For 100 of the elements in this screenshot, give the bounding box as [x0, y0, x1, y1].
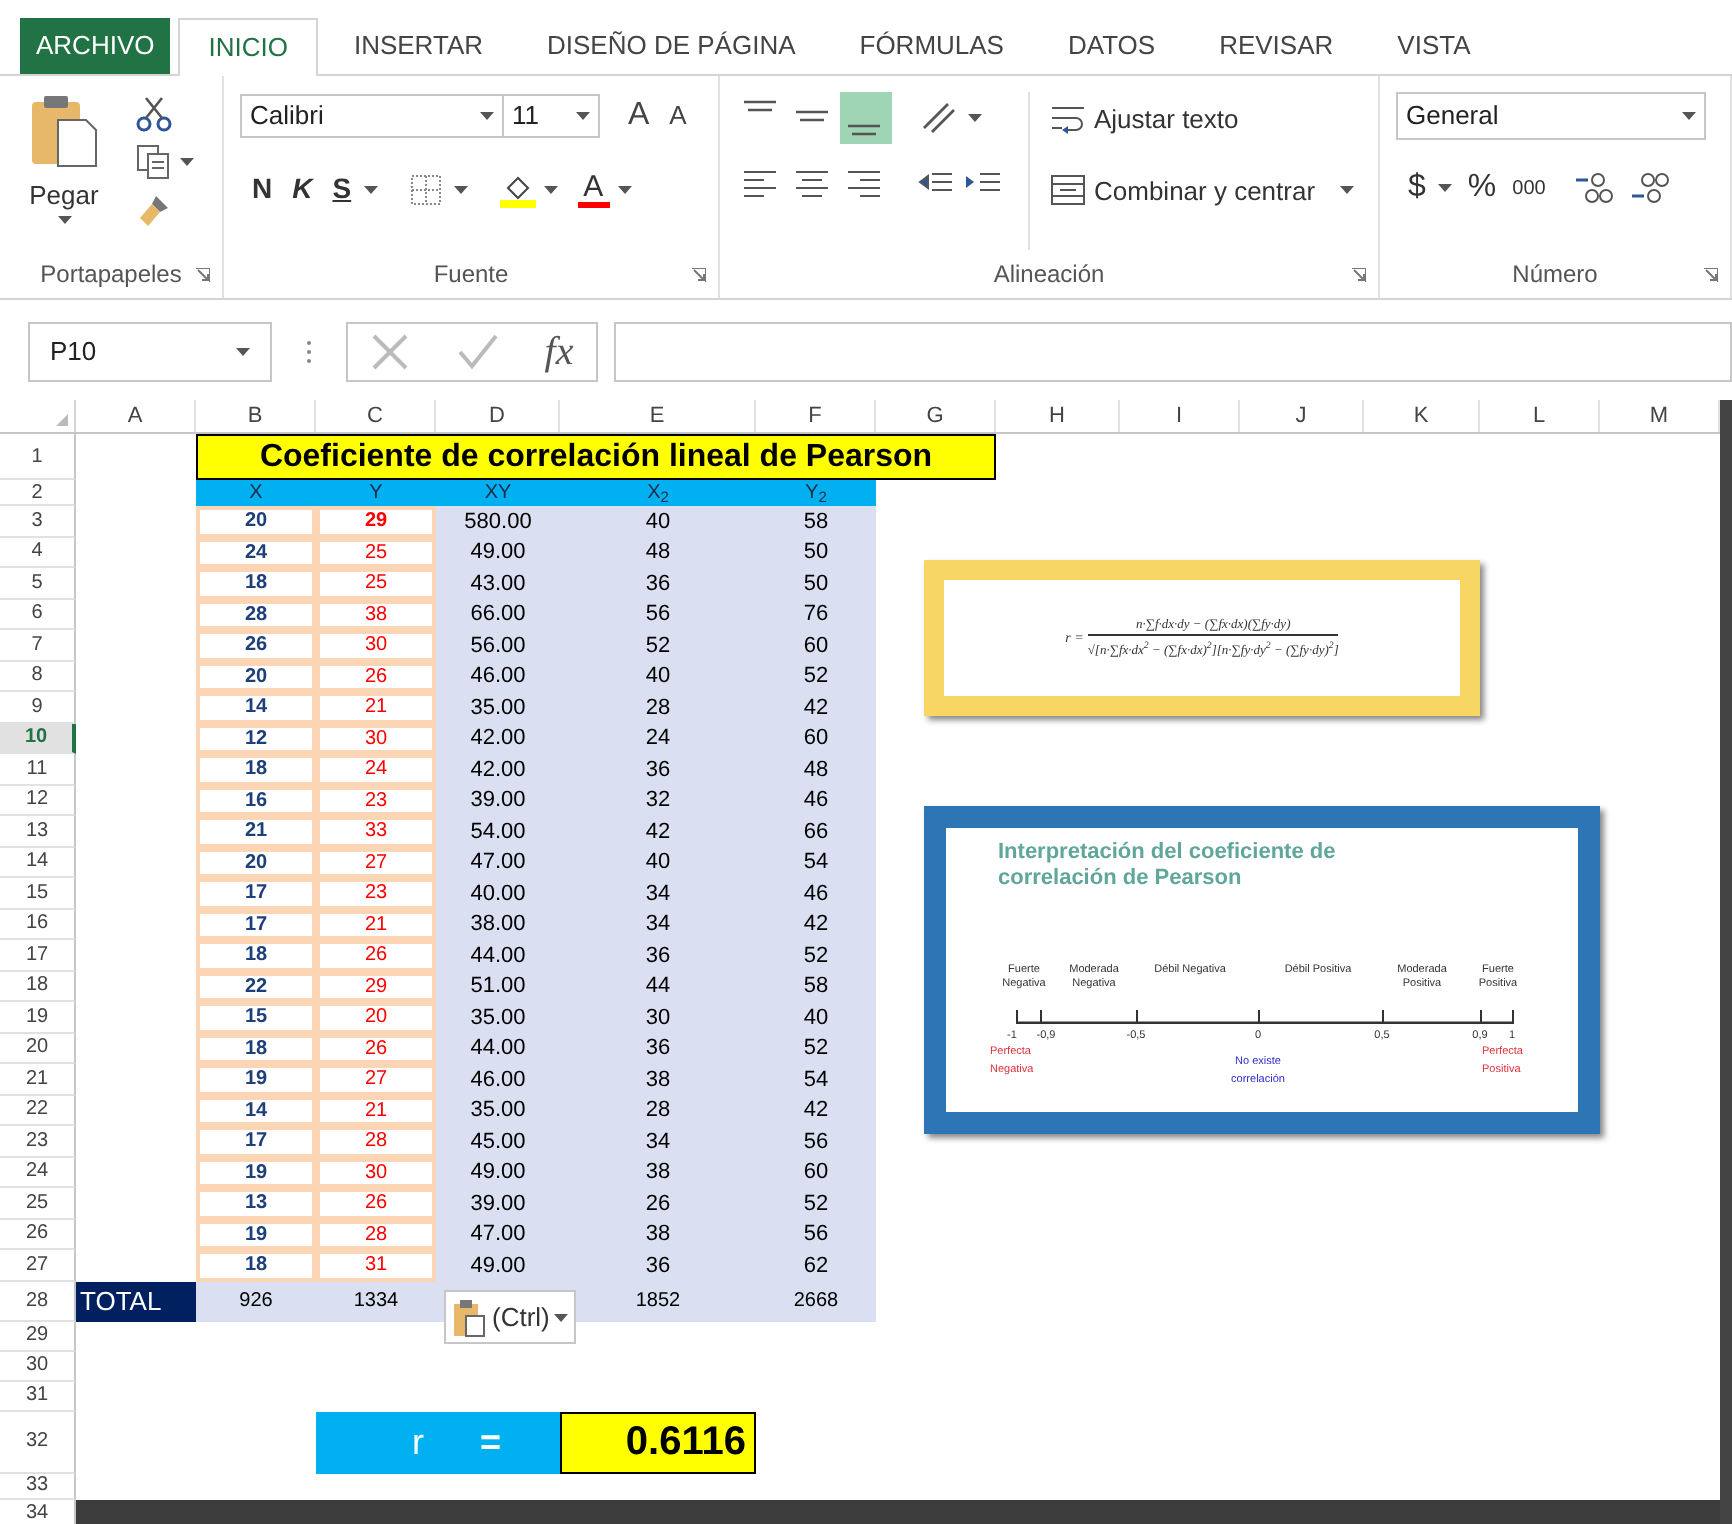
borders-icon[interactable]	[409, 173, 442, 205]
row-header[interactable]: 24	[0, 1157, 76, 1188]
copy-icon[interactable]	[136, 144, 172, 180]
ribbon-tab[interactable]: DATOS	[1039, 18, 1184, 74]
row-header[interactable]: 5	[0, 568, 76, 599]
column-header[interactable]: J	[1240, 400, 1364, 432]
row-header[interactable]: 2	[0, 480, 76, 506]
ribbon-tab[interactable]: VISTA	[1369, 18, 1499, 74]
row-header[interactable]: 6	[0, 599, 76, 630]
row-header[interactable]: 16	[0, 909, 76, 940]
column-header[interactable]: I	[1120, 400, 1240, 432]
row-header[interactable]: 13	[0, 816, 76, 847]
increase-decimal-icon[interactable]	[1573, 170, 1614, 206]
row-header[interactable]: 3	[0, 506, 76, 537]
decrease-decimal-icon[interactable]	[1629, 170, 1670, 206]
column-header[interactable]: A	[76, 400, 196, 432]
row-header[interactable]: 32	[0, 1411, 76, 1473]
dialog-launcher-icon[interactable]	[196, 268, 210, 282]
column-header[interactable]: H	[996, 400, 1120, 432]
caret-icon[interactable]	[180, 158, 194, 166]
orientation-icon[interactable]	[920, 100, 960, 136]
file-tab[interactable]: ARCHIVO	[20, 18, 171, 74]
row-header[interactable]: 10	[0, 723, 76, 754]
insert-function-button[interactable]: fx	[544, 322, 574, 382]
caret-icon[interactable]	[453, 185, 468, 193]
row-header[interactable]: 19	[0, 1002, 76, 1033]
font-size-dropdown[interactable]: 11	[504, 94, 600, 138]
total-label: TOTAL	[76, 1281, 196, 1321]
wrap-text-button[interactable]: Ajustar texto	[1050, 100, 1354, 139]
row-header[interactable]: 7	[0, 630, 76, 661]
ribbon-tab[interactable]: FÓRMULAS	[831, 18, 1032, 74]
caret-icon[interactable]	[553, 1313, 568, 1321]
row-header[interactable]: 14	[0, 847, 76, 878]
row-header[interactable]: 15	[0, 878, 76, 909]
row-header[interactable]: 22	[0, 1095, 76, 1126]
row-header[interactable]: 4	[0, 537, 76, 568]
fill-color-icon[interactable]	[499, 171, 536, 207]
row-header[interactable]: 20	[0, 1033, 76, 1064]
font-color-button[interactable]: A	[577, 171, 610, 207]
column-header[interactable]: E	[560, 400, 756, 432]
bold-button[interactable]: N	[252, 168, 273, 210]
row-header[interactable]: 25	[0, 1188, 76, 1219]
caret-icon[interactable]	[968, 114, 982, 122]
ribbon-tab[interactable]: INSERTAR	[325, 18, 511, 74]
paste-options-button[interactable]: (Ctrl)	[444, 1290, 576, 1344]
scissors-icon[interactable]	[136, 96, 172, 132]
number-format-dropdown[interactable]: General	[1396, 92, 1706, 140]
caret-icon[interactable]	[543, 185, 558, 193]
ribbon-tab[interactable]: DISEÑO DE PÁGINA	[519, 18, 824, 74]
column-header[interactable]: B	[196, 400, 316, 432]
grow-font-button[interactable]: A	[628, 92, 650, 140]
font-name-dropdown[interactable]: Calibri	[240, 94, 504, 138]
shrink-font-button[interactable]: A	[669, 96, 687, 136]
column-header[interactable]: G	[876, 400, 996, 432]
caret-icon[interactable]	[57, 215, 71, 223]
row-header[interactable]: 23	[0, 1126, 76, 1157]
italic-button[interactable]: K	[292, 168, 313, 210]
row-header[interactable]: 26	[0, 1219, 76, 1250]
column-header[interactable]: C	[316, 400, 436, 432]
row-header[interactable]: 11	[0, 754, 76, 785]
currency-button[interactable]: $	[1408, 164, 1426, 212]
row-header[interactable]: 31	[0, 1381, 76, 1411]
row-header[interactable]: 12	[0, 785, 76, 816]
align-bottom-icon[interactable]	[840, 92, 892, 144]
row-header[interactable]: 8	[0, 661, 76, 692]
column-header[interactable]: F	[756, 400, 876, 432]
caret-icon[interactable]	[480, 112, 494, 120]
name-box[interactable]: P10	[28, 322, 272, 382]
dialog-launcher-icon[interactable]	[692, 268, 706, 282]
thousands-button[interactable]: 000	[1512, 173, 1546, 203]
caret-icon[interactable]	[1437, 184, 1452, 192]
ribbon-tab[interactable]: INICIO	[178, 18, 318, 76]
caret-icon[interactable]	[236, 348, 250, 356]
row-header[interactable]: 21	[0, 1064, 76, 1095]
caret-icon[interactable]	[363, 185, 378, 193]
row-header[interactable]: 33	[0, 1473, 76, 1499]
merge-center-button[interactable]: Combinar y centrar	[1050, 171, 1354, 210]
row-header[interactable]: 18	[0, 971, 76, 1002]
column-header[interactable]: D	[436, 400, 560, 432]
percent-button[interactable]: %	[1467, 164, 1497, 212]
caret-icon[interactable]	[1682, 112, 1696, 120]
dialog-launcher-icon[interactable]	[1352, 268, 1366, 282]
brush-icon[interactable]	[136, 192, 172, 228]
column-header[interactable]: K	[1364, 400, 1480, 432]
ribbon-tab[interactable]: REVISAR	[1191, 18, 1362, 74]
caret-icon[interactable]	[576, 112, 590, 120]
paste-button[interactable]: Pegar	[16, 92, 112, 250]
caret-icon[interactable]	[1339, 186, 1354, 195]
formula-input[interactable]	[614, 322, 1732, 382]
row-header[interactable]: 30	[0, 1351, 76, 1381]
row-header[interactable]: 29	[0, 1321, 76, 1351]
row-header[interactable]: 1	[0, 434, 76, 480]
row-header[interactable]: 27	[0, 1250, 76, 1281]
underline-button[interactable]: S	[332, 168, 352, 210]
check-icon[interactable]	[455, 332, 500, 372]
table-cell: 56	[756, 1126, 876, 1157]
caret-icon[interactable]	[617, 185, 632, 193]
row-header[interactable]: 17	[0, 940, 76, 971]
column-header[interactable]: L	[1480, 400, 1600, 432]
dialog-launcher-icon[interactable]	[1704, 268, 1718, 282]
